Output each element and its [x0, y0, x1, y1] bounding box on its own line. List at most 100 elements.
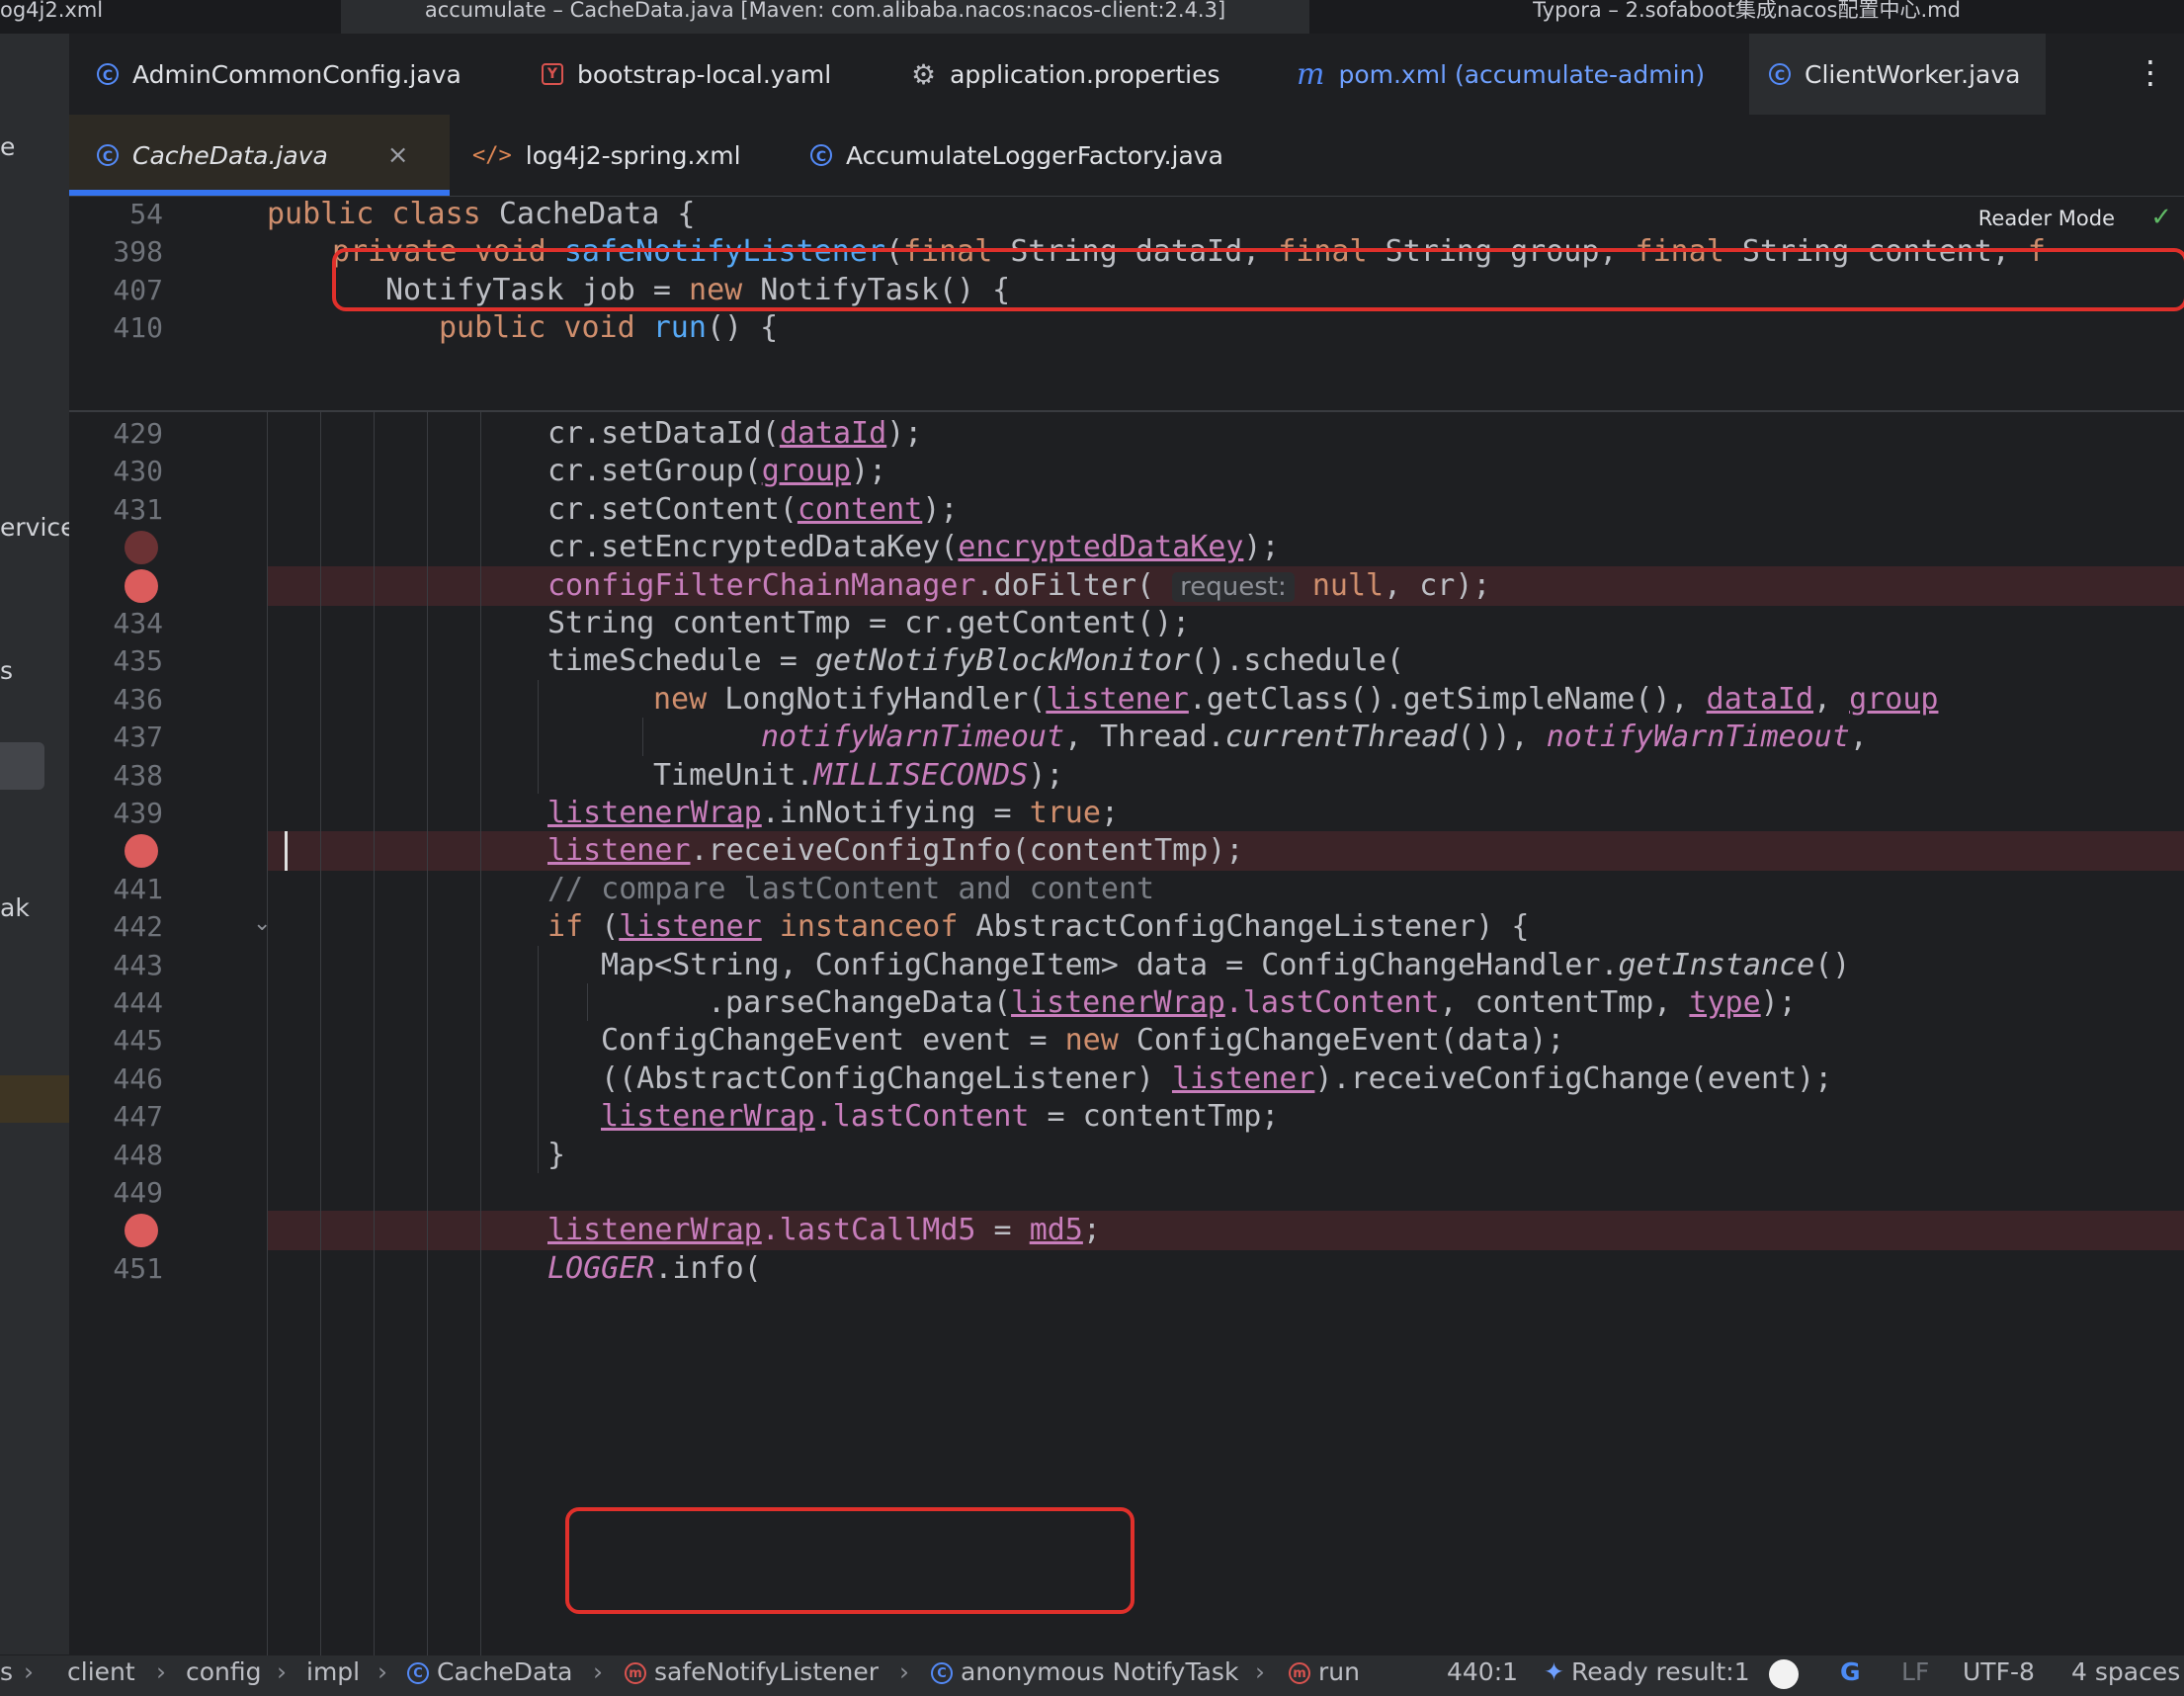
code-line[interactable]: 431 cr.setContent(content);	[69, 490, 2184, 530]
code-line[interactable]: 447 listenerWrap.lastContent = contentTmp…	[69, 1097, 2184, 1137]
tab-log4j2-spring[interactable]: </> log4j2-spring.xml	[472, 115, 741, 196]
code-line[interactable]: 442 if (listener instanceof AbstractConfi…	[69, 907, 2184, 947]
window-tab-accumulate[interactable]: accumulate – CacheData.java [Maven: com.…	[341, 0, 1309, 34]
line-number[interactable]: 438	[69, 756, 163, 796]
close-icon[interactable]: ×	[387, 140, 409, 170]
code-line[interactable]: 435 timeSchedule = getNotifyBlockMonitor(…	[69, 641, 2184, 681]
line-number[interactable]: 437	[69, 718, 163, 757]
code-line[interactable]: 437 notifyWarnTimeout, Thread.currentThre…	[69, 718, 2184, 757]
code-line[interactable]: 448}	[69, 1136, 2184, 1175]
line-number[interactable]: 431	[69, 490, 163, 530]
more-options-icon[interactable]: ⋮	[2135, 53, 2166, 91]
breakpoint-icon[interactable]	[125, 568, 158, 603]
sticky-line[interactable]: 410 public void run() {	[69, 308, 2184, 349]
line-number[interactable]: 442	[69, 907, 163, 947]
code-line[interactable]: 446 ((AbstractConfigChangeListener) liste…	[69, 1060, 2184, 1099]
line-number[interactable]: 441	[69, 870, 163, 909]
fold-chevron-icon[interactable]: ⌄	[253, 911, 271, 936]
code-line[interactable]: configFilterChainManager.doFilter( reque…	[267, 565, 2184, 606]
code-line[interactable]: 436 new LongNotifyHandler(listener.getCla…	[69, 680, 2184, 720]
code-line[interactable]: 445 ConfigChangeEvent event = new ConfigC…	[69, 1021, 2184, 1060]
code-line[interactable]: 430 cr.setGroup(group);	[69, 452, 2184, 491]
line-number[interactable]: 434	[69, 604, 163, 643]
active-tab-indicator	[69, 190, 450, 196]
code-line[interactable]: 444 .parseChangeData(listenerWrap.lastCon…	[69, 983, 2184, 1023]
line-number[interactable]: 449	[69, 1173, 163, 1213]
code-editor[interactable]: 54 public class CacheData {398 private voi…	[69, 197, 2184, 1655]
code-line[interactable]: cr.setEncryptedDataKey(encryptedDataKey)…	[69, 528, 2184, 567]
xml-icon: </>	[472, 142, 512, 168]
code-line[interactable]: 451 LOGGER.info(	[69, 1249, 2184, 1289]
code-token: listener	[547, 833, 691, 869]
tab-label: application.properties	[950, 59, 1220, 89]
code-line[interactable]: 449	[69, 1173, 2184, 1213]
check-icon[interactable]: ✓	[2150, 203, 2172, 232]
line-number[interactable]: 448	[69, 1136, 163, 1175]
code-line[interactable]: 439 listenerWrap.inNotifying = true;	[69, 794, 2184, 833]
tab-bootstrap-local[interactable]: Y bootstrap-local.yaml	[542, 34, 831, 115]
code-text: cr.setEncryptedDataKey(encryptedDataKey)…	[547, 528, 1280, 567]
ai-status-icon[interactable]: ✦	[1544, 1657, 1564, 1686]
tab-application-properties[interactable]: ⚙ application.properties	[911, 34, 1220, 115]
line-number[interactable]: 443	[69, 946, 163, 985]
breadcrumb-item[interactable]: client	[67, 1657, 135, 1686]
code-line[interactable]: listenerWrap.lastCallMd5 = md5;	[267, 1211, 2184, 1251]
line-number[interactable]: 445	[69, 1021, 163, 1060]
code-token: listenerWrap	[547, 796, 762, 830]
line-number[interactable]: 447	[69, 1097, 163, 1137]
line-number[interactable]: 446	[69, 1060, 163, 1099]
line-number[interactable]: 435	[69, 641, 163, 681]
code-line[interactable]: 443 Map<String, ConfigChangeItem> data = …	[69, 946, 2184, 985]
left-strip-selection[interactable]	[0, 742, 44, 790]
code-token: getInstance	[1618, 947, 1815, 982]
indent-guide	[480, 410, 481, 1655]
line-separator[interactable]: LF	[1901, 1657, 1929, 1686]
code-line[interactable]: 438 TimeUnit.MILLISECONDS);	[69, 756, 2184, 796]
code-token: );	[1243, 530, 1280, 565]
line-number[interactable]: 436	[69, 680, 163, 720]
breadcrumb-item[interactable]: s	[0, 1657, 13, 1686]
gear-icon: ⚙	[911, 57, 937, 91]
tab-pom-xml[interactable]: m pom.xml (accumulate-admin)	[1297, 34, 1705, 115]
line-number[interactable]: 439	[69, 794, 163, 833]
tab-cachedata[interactable]: C CacheData.java ×	[69, 115, 450, 196]
breakpoint-icon[interactable]	[125, 531, 158, 565]
breadcrumb-cachedata[interactable]: C CacheData	[407, 1657, 572, 1686]
code-token: cr.setContent(	[547, 491, 798, 527]
tab-accumulateloggerfactory[interactable]: C AccumulateLoggerFactory.java	[810, 115, 1223, 196]
left-strip-text: ak	[0, 893, 30, 922]
line-number[interactable]: 430	[69, 452, 163, 491]
google-icon[interactable]: G	[1840, 1657, 1861, 1686]
sticky-line[interactable]: 54 public class CacheData {	[69, 197, 2184, 234]
tab-clientworker[interactable]: C ClientWorker.java	[1749, 34, 2046, 115]
window-tab-typora[interactable]: Typora – 2.sofaboot集成nacos配置中心.md	[1309, 0, 2184, 34]
breakpoint-icon[interactable]	[125, 834, 158, 869]
breadcrumb-run[interactable]: m run	[1289, 1657, 1360, 1686]
line-number[interactable]: 429	[69, 414, 163, 454]
code-text: timeSchedule = getNotifyBlockMonitor().s…	[547, 641, 1404, 681]
code-text: notifyWarnTimeout, Thread.currentThread(…	[761, 718, 1886, 757]
code-line[interactable]: 441 // compare lastContent and content	[69, 870, 2184, 909]
breadcrumb-item[interactable]: config	[186, 1657, 262, 1686]
code-token: .lastCallMd5	[761, 1213, 976, 1248]
window-tab-log4j2[interactable]: og4j2.xml	[0, 0, 341, 34]
ready-status[interactable]: Ready result:1	[1571, 1657, 1750, 1686]
code-line[interactable]: 429 cr.setDataId(dataId);	[69, 414, 2184, 454]
code-token: LongNotifyHandler(	[724, 681, 1047, 717]
breadcrumb-item[interactable]: impl	[306, 1657, 360, 1686]
reader-mode-button[interactable]: Reader Mode	[1978, 207, 2115, 230]
tab-admincommonconfig[interactable]: C AdminCommonConfig.java	[97, 34, 462, 115]
code-line[interactable]: listener.receiveConfigInfo(contentTmp);	[267, 831, 2184, 872]
line-number[interactable]: 451	[69, 1249, 163, 1289]
line-number[interactable]: 444	[69, 983, 163, 1023]
code-line[interactable]: 434 String contentTmp = cr.getContent();	[69, 604, 2184, 643]
breadcrumb-anonymous[interactable]: Canonymous NotifyTask	[931, 1657, 1238, 1686]
caret-position[interactable]: 440:1	[1447, 1657, 1518, 1686]
code-token: TimeUnit.	[653, 757, 814, 793]
breakpoint-icon[interactable]	[125, 1214, 158, 1248]
indent-setting[interactable]: 4 spaces	[2071, 1657, 2180, 1686]
breadcrumb-method[interactable]: m safeNotifyListener	[625, 1657, 879, 1686]
file-encoding[interactable]: UTF-8	[1963, 1657, 2035, 1686]
chevron-right-icon: ›	[156, 1657, 166, 1686]
octocat-icon[interactable]	[1769, 1659, 1799, 1689]
